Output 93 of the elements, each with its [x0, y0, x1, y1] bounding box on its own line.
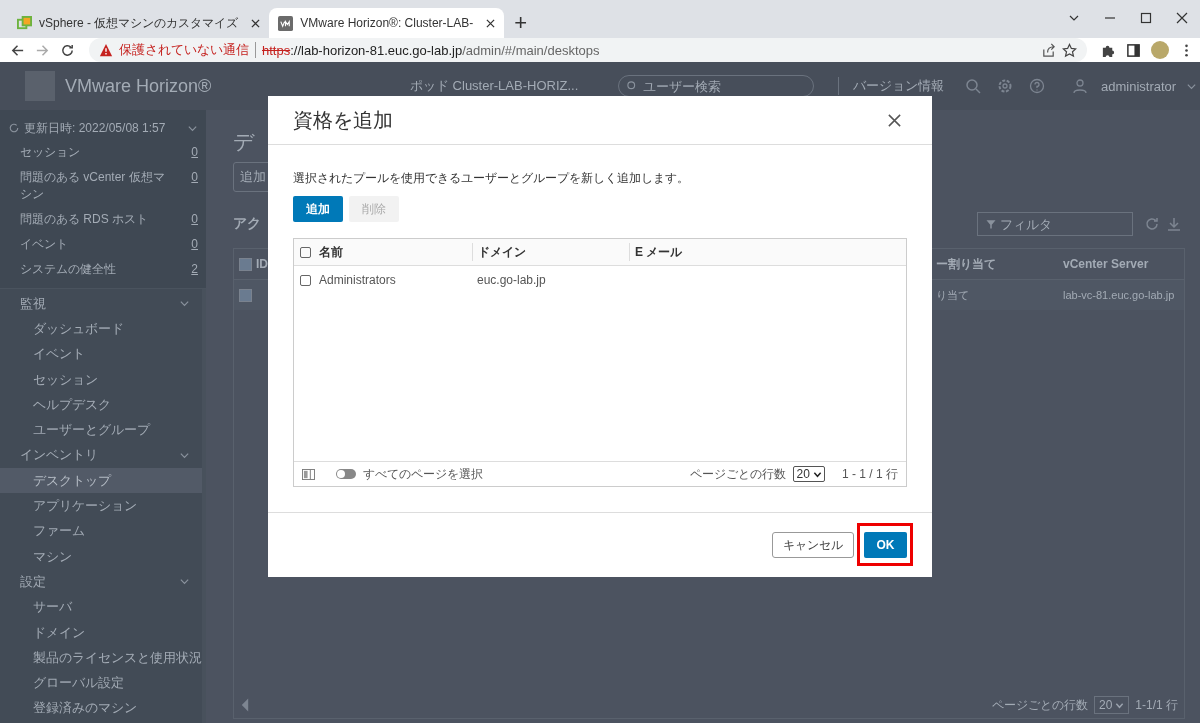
checkbox[interactable]	[239, 257, 252, 271]
status-label: 問題のある vCenter 仮想マシン	[20, 169, 166, 203]
pod-name: ポッド Cluster-LAB-HORIZ...	[410, 77, 580, 95]
security-warning: 保護されていない通信	[119, 41, 249, 59]
nav-item[interactable]: サーバ	[0, 594, 202, 620]
vm-icon	[278, 15, 294, 31]
add-button[interactable]: 追加	[293, 196, 343, 222]
star-icon[interactable]	[1062, 42, 1077, 58]
close-icon[interactable]	[486, 18, 496, 28]
nav-item[interactable]: セッション	[0, 366, 202, 393]
toggle-label: すべてのページを選択	[363, 465, 483, 483]
warning-icon	[99, 43, 113, 57]
status-count[interactable]: 2	[191, 261, 198, 278]
nav-item[interactable]: マシン	[0, 543, 202, 570]
status-label: システムの健全性	[20, 261, 117, 278]
nav-item[interactable]: ヘルプデスク	[0, 392, 202, 418]
nav-item[interactable]: ユーザーとグループ	[0, 417, 202, 443]
nav-group[interactable]: 監視	[0, 291, 202, 317]
rows-per-page-label: ページごとの行数	[991, 696, 1088, 714]
checkbox[interactable]	[300, 246, 311, 258]
checkbox[interactable]	[300, 274, 311, 286]
table-cell-text: Administrators	[318, 273, 397, 287]
nav-item[interactable]: イベント	[0, 341, 202, 367]
user-menu[interactable]: administrator	[1101, 78, 1177, 94]
rows-per-page-select[interactable]: 20	[792, 466, 825, 482]
product-name: VMware Horizon®	[65, 75, 213, 97]
status-count[interactable]: 0	[191, 211, 198, 228]
help-icon[interactable]	[1029, 78, 1045, 94]
nav-item[interactable]: ドメイン	[0, 619, 202, 646]
rows-per-page-select[interactable]: 20	[1093, 696, 1130, 714]
nav-group[interactable]: インベントリ	[0, 442, 202, 469]
close-icon[interactable]	[251, 18, 261, 28]
address-bar[interactable]: 保護されていない通信 https://lab-horizon-81.euc.go-lab.jp/admin/#/main/desktops	[89, 38, 1087, 62]
share-icon[interactable]	[1041, 42, 1056, 58]
filter-field[interactable]: フィルタ	[977, 212, 1133, 236]
search-icon	[626, 80, 638, 92]
tab-title: vSphere - 仮想マシンのカスタマイズ	[39, 14, 239, 32]
close-icon[interactable]	[887, 112, 902, 128]
filter-icon	[985, 218, 997, 230]
page-title: デ	[233, 129, 256, 155]
toggle-switch[interactable]	[336, 469, 356, 479]
column-header[interactable]: vCenter Server	[1063, 257, 1184, 271]
table-cell-text: り当て	[936, 287, 970, 303]
nav-item[interactable]: 製品のライセンスと使用状況	[0, 645, 202, 671]
refresh-icon[interactable]	[8, 122, 20, 134]
download-icon[interactable]	[1166, 216, 1182, 232]
refresh-icon[interactable]	[1144, 216, 1160, 232]
user-search-field[interactable]: ユーザー検索	[618, 75, 814, 97]
nav-item[interactable]: グローバル設定	[0, 670, 202, 696]
dialog-title: 資格を追加	[293, 107, 393, 133]
new-tab-button[interactable]: +	[514, 12, 528, 34]
browser-tab[interactable]: VMware Horizon®: Cluster-LAB-	[269, 8, 505, 38]
settings-icon[interactable]	[997, 78, 1013, 94]
column-header[interactable]: ー割り当て	[936, 255, 1063, 273]
dialog-description: 選択されたプールを使用できるユーザーとグループを新しく追加します。	[293, 170, 690, 187]
nav-item[interactable]: アプリケーション	[0, 493, 202, 519]
cancel-button[interactable]: キャンセル	[772, 532, 854, 558]
nav-item[interactable]: ダッシュボード	[0, 316, 202, 342]
avatar[interactable]	[1151, 41, 1169, 59]
column-header[interactable]: ドメイン	[472, 243, 629, 261]
section-title: アク	[233, 215, 261, 233]
nav-item[interactable]: 登録済みのマシン	[0, 695, 202, 722]
rows-per-page-label: ページごとの行数	[689, 465, 786, 483]
user-icon[interactable]	[1072, 78, 1088, 94]
page-range: 1-1/1 行	[1135, 696, 1178, 714]
status-count[interactable]: 0	[191, 236, 198, 253]
ok-button[interactable]: OK	[864, 532, 907, 558]
table-cell-text: lab-vc-81.euc.go-lab.jp	[1063, 289, 1176, 301]
page-range: 1 - 1 / 1 行	[841, 465, 898, 483]
tab-title: VMware Horizon®: Cluster-LAB-	[300, 16, 474, 30]
version-link[interactable]: バージョン情報	[838, 77, 944, 95]
nav-item[interactable]: ファーム	[0, 518, 202, 544]
update-time: 更新日時: 2022/05/08 1:57	[24, 119, 167, 137]
nav-group[interactable]: 設定	[0, 569, 202, 595]
status-label: 問題のある RDS ホスト	[20, 211, 149, 228]
column-header[interactable]: E メール	[629, 243, 906, 261]
columns-icon[interactable]	[302, 468, 315, 480]
checkbox[interactable]	[239, 288, 252, 302]
column-header[interactable]: 名前	[314, 243, 472, 261]
vsphere-icon	[17, 15, 32, 31]
browser-tab[interactable]: vSphere - 仮想マシンのカスタマイズ	[8, 8, 270, 38]
search-icon[interactable]	[965, 78, 981, 94]
nav-item[interactable]: デスクトップ	[0, 468, 202, 494]
maximize-icon[interactable]	[1140, 12, 1152, 24]
status-label: セッション	[20, 144, 81, 161]
status-count[interactable]: 0	[191, 169, 198, 186]
table-cell-text: euc.go-lab.jp	[476, 273, 547, 287]
status-label: イベント	[20, 236, 69, 253]
side-panel-icon[interactable]	[1126, 42, 1141, 58]
status-count[interactable]: 0	[191, 144, 198, 161]
close-icon[interactable]	[1176, 12, 1188, 24]
reload-icon[interactable]	[60, 42, 75, 58]
url-text: https://lab-horizon-81.euc.go-lab.jp/admin/#/main/desktops	[262, 42, 600, 58]
